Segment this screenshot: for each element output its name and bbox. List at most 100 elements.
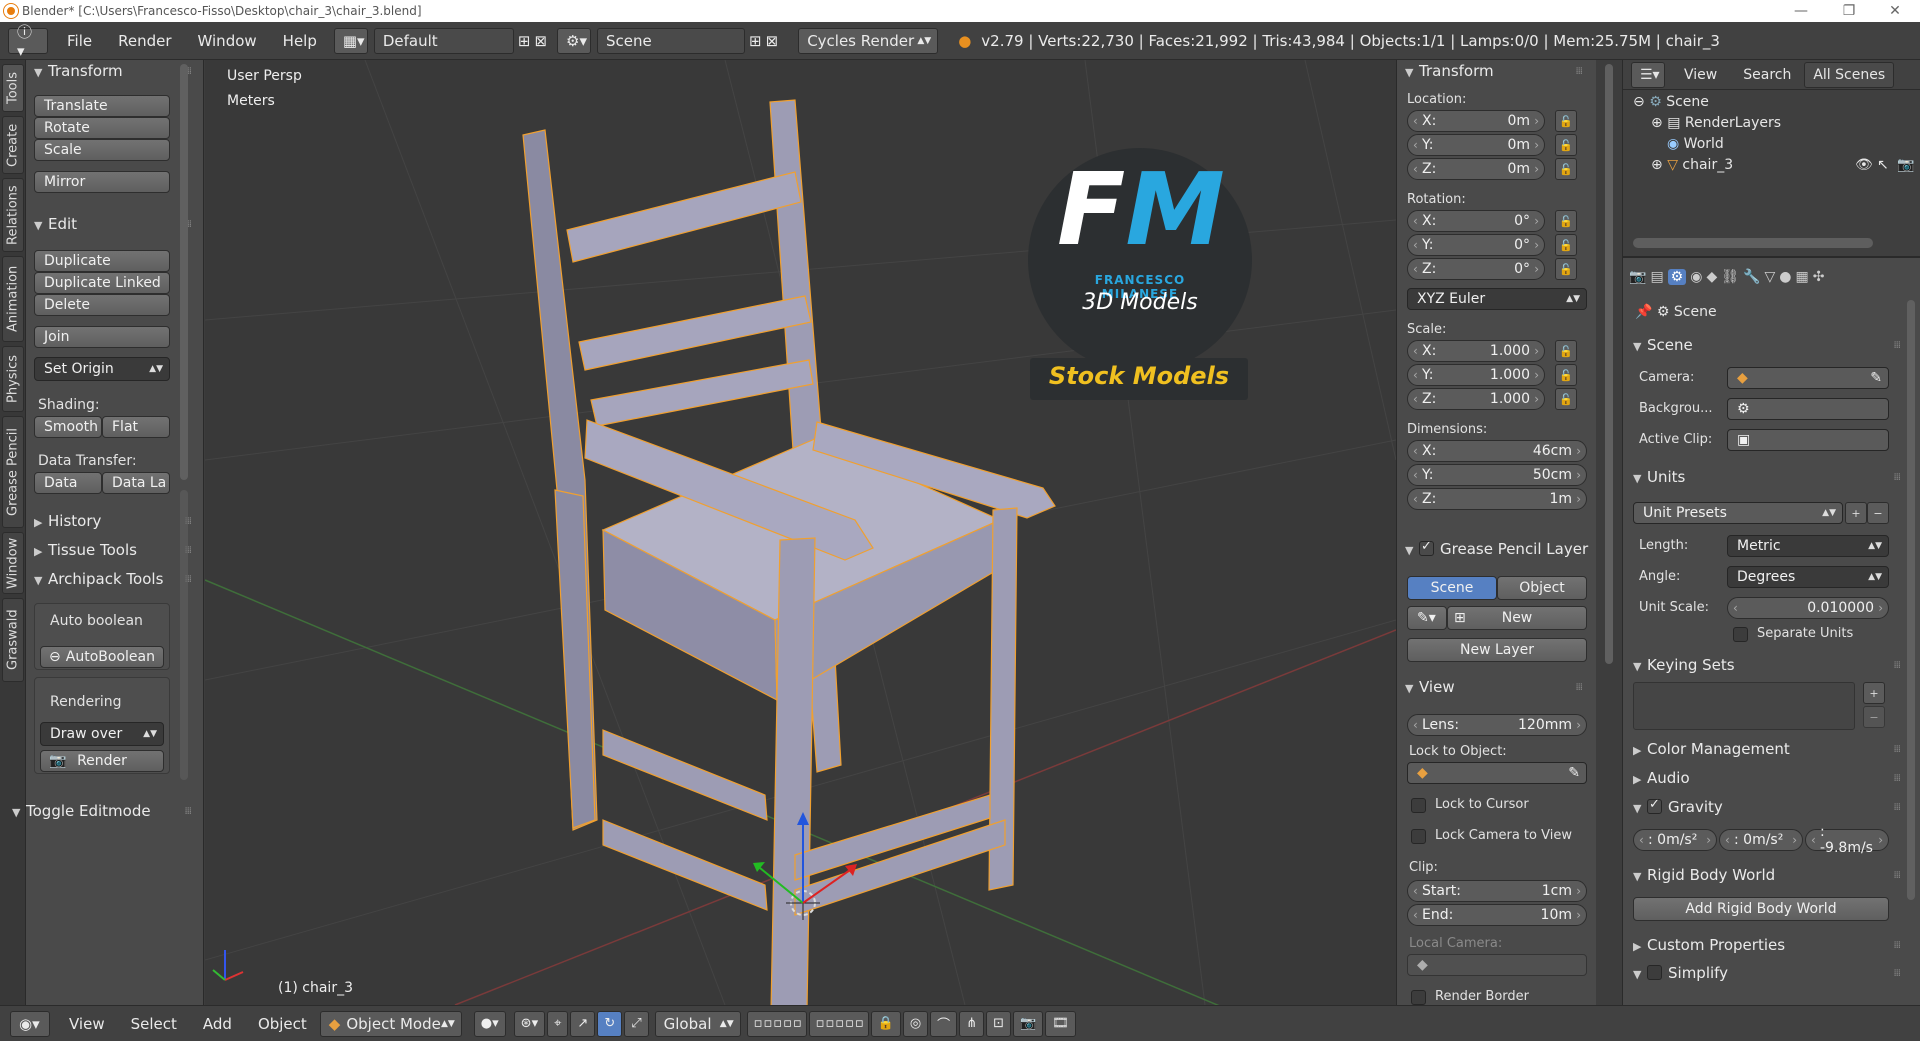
menu-add[interactable]: Add: [190, 1015, 245, 1033]
add-preset-icon[interactable]: +: [1845, 502, 1867, 524]
falloff-icon[interactable]: ⌒: [930, 1010, 958, 1037]
render-layers-tab-icon[interactable]: ▤: [1650, 269, 1663, 285]
outliner-item-renderlayers[interactable]: ⊕ ▤ RenderLayers: [1651, 115, 1781, 131]
properties-scrollbar[interactable]: [1907, 300, 1915, 900]
eyedropper-icon[interactable]: ✎: [1870, 370, 1882, 386]
units-panel-header[interactable]: ▼ Units: [1633, 468, 1685, 486]
scene-camera-field[interactable]: ◆ ✎: [1727, 367, 1889, 389]
gravity-header[interactable]: ▼ Gravity: [1633, 797, 1723, 816]
menu-view[interactable]: View: [56, 1015, 118, 1033]
rotation-z-field[interactable]: Z: 0°: [1407, 258, 1545, 280]
scene-panel-header[interactable]: ▼ Scene: [1633, 336, 1693, 354]
drag-handle-icon[interactable]: ⁞⁞⁞: [1575, 66, 1582, 77]
menu-file[interactable]: File: [54, 32, 105, 50]
lock-icon[interactable]: 🔓: [1555, 210, 1577, 232]
scale-z-field[interactable]: Z: 1.000: [1407, 388, 1545, 410]
menu-render[interactable]: Render: [105, 32, 184, 50]
drag-handle-icon[interactable]: ⁞⁞⁞: [1893, 744, 1900, 755]
eyedropper-icon[interactable]: ✎: [1568, 765, 1580, 781]
draw-over-select[interactable]: Draw over ▲▼: [40, 722, 164, 746]
outliner-item-chair[interactable]: ⊕ ▽ chair_3: [1651, 157, 1733, 173]
lock-icon[interactable]: 🔓: [1555, 340, 1577, 362]
duplicate-linked-button[interactable]: Duplicate Linked: [34, 272, 170, 294]
delete-button[interactable]: Delete: [34, 294, 170, 316]
outliner-item-scene[interactable]: ⊖ ⚙ Scene: [1633, 94, 1709, 110]
rotation-y-field[interactable]: Y: 0°: [1407, 234, 1545, 256]
background-scene-field[interactable]: ⚙: [1727, 398, 1889, 420]
gravity-z-field[interactable]: : -9.8m/s: [1805, 824, 1889, 856]
menu-select[interactable]: Select: [118, 1015, 190, 1033]
toggle-editmode-header[interactable]: ▼ Toggle Editmode: [12, 802, 151, 820]
drag-handle-icon[interactable]: ⁞⁞⁞: [1575, 682, 1582, 693]
translate-manipulator-icon[interactable]: ↗: [570, 1010, 596, 1037]
tab-physics[interactable]: Physics: [2, 346, 24, 412]
add-keying-set-icon[interactable]: +: [1863, 682, 1885, 704]
menu-help[interactable]: Help: [270, 32, 330, 50]
toolshelf-scrollbar[interactable]: [180, 64, 188, 480]
mode-select[interactable]: ◆ Object Mode ▲▼: [319, 1010, 462, 1037]
gp-scene-tab[interactable]: Scene: [1407, 576, 1497, 600]
tab-grease-pencil[interactable]: Grease Pencil: [2, 416, 24, 528]
outliner-hscrollbar[interactable]: [1633, 238, 1873, 248]
lock-icon[interactable]: 🔓: [1555, 134, 1577, 156]
tissue-panel-header[interactable]: ▶ Tissue Tools: [34, 541, 137, 559]
chair-mesh[interactable]: [522, 99, 1056, 1005]
layers-grid-1[interactable]: ▫▫▫▫▫: [746, 1010, 807, 1037]
render-camera-icon[interactable]: 📷: [1897, 157, 1914, 173]
menu-window[interactable]: Window: [185, 32, 270, 50]
lock-to-cursor-checkbox[interactable]: [1411, 798, 1426, 813]
location-z-field[interactable]: Z: 0m: [1407, 158, 1545, 180]
render-border-checkbox[interactable]: [1411, 990, 1426, 1005]
remove-layout-icon[interactable]: ⊠: [534, 32, 547, 50]
n-view-header[interactable]: ▼ View: [1405, 678, 1455, 696]
remove-keying-set-icon[interactable]: −: [1863, 706, 1885, 728]
n-transform-header[interactable]: ▼ Transform: [1405, 62, 1494, 80]
close-button[interactable]: ✕: [1872, 0, 1918, 22]
tab-tools[interactable]: Tools: [2, 64, 24, 112]
eye-icon[interactable]: 👁: [1855, 157, 1873, 173]
lock-icon[interactable]: 🔓: [1555, 258, 1577, 280]
viewport-shading-button[interactable]: ●▾: [473, 1010, 506, 1037]
modifiers-tab-icon[interactable]: 🔧: [1743, 269, 1760, 285]
simplify-header[interactable]: ▼ Simplify: [1633, 964, 1728, 982]
drag-handle-icon[interactable]: ⁞⁞⁞: [184, 806, 191, 817]
add-layout-icon[interactable]: ⊞: [518, 32, 531, 50]
gp-object-tab[interactable]: Object: [1497, 576, 1587, 600]
gravity-checkbox[interactable]: [1647, 797, 1662, 814]
layout-selector[interactable]: Default: [373, 27, 514, 54]
dimension-z-field[interactable]: Z: 1m: [1407, 488, 1587, 510]
scale-button[interactable]: Scale: [34, 139, 170, 161]
outliner-editor-button[interactable]: ☰▾: [1631, 61, 1665, 88]
manipulator-toggle[interactable]: ⌖: [547, 1010, 569, 1037]
flat-button[interactable]: Flat: [102, 416, 170, 438]
scene-tab-icon[interactable]: ⚙: [1667, 269, 1687, 285]
render-button[interactable]: 📷 Render: [40, 750, 164, 772]
remove-preset-icon[interactable]: −: [1867, 502, 1889, 524]
outliner-display-select[interactable]: All Scenes: [1804, 61, 1895, 88]
dimension-y-field[interactable]: Y: 50cm: [1407, 464, 1587, 486]
cursor-select-icon[interactable]: ↖: [1877, 157, 1889, 173]
minimize-button[interactable]: —: [1778, 0, 1824, 22]
add-scene-icon[interactable]: ⊞: [749, 32, 762, 50]
history-panel-header[interactable]: ▶ History: [34, 512, 101, 530]
grease-pencil-checkbox[interactable]: [1419, 539, 1434, 556]
keying-sets-list[interactable]: [1633, 682, 1855, 730]
keying-sets-header[interactable]: ▼ Keying Sets: [1633, 656, 1735, 674]
join-button[interactable]: Join: [34, 326, 170, 348]
local-camera-field[interactable]: ◆: [1407, 954, 1587, 976]
unit-scale-field[interactable]: 0.010000: [1727, 597, 1889, 619]
location-x-field[interactable]: X: 0m: [1407, 110, 1545, 132]
snap-target-icon[interactable]: ⊡: [986, 1010, 1011, 1037]
texture-tab-icon[interactable]: ▦: [1795, 269, 1808, 285]
mirror-button[interactable]: Mirror: [34, 171, 170, 193]
gravity-y-field[interactable]: : 0m/s²: [1719, 829, 1803, 851]
drag-handle-icon[interactable]: ⁞⁞⁞: [1893, 870, 1900, 881]
lock-object-field[interactable]: ◆ ✎: [1407, 762, 1587, 784]
custom-properties-header[interactable]: ▶ Custom Properties: [1633, 936, 1785, 954]
duplicate-button[interactable]: Duplicate: [34, 250, 170, 272]
toolshelf-scrollbar-lower[interactable]: [180, 490, 188, 780]
grease-pencil-header[interactable]: ▼ Grease Pencil Layer: [1405, 539, 1588, 558]
rotation-x-field[interactable]: X: 0°: [1407, 210, 1545, 232]
object-tab-icon[interactable]: ◆: [1706, 269, 1717, 285]
location-y-field[interactable]: Y: 0m: [1407, 134, 1545, 156]
